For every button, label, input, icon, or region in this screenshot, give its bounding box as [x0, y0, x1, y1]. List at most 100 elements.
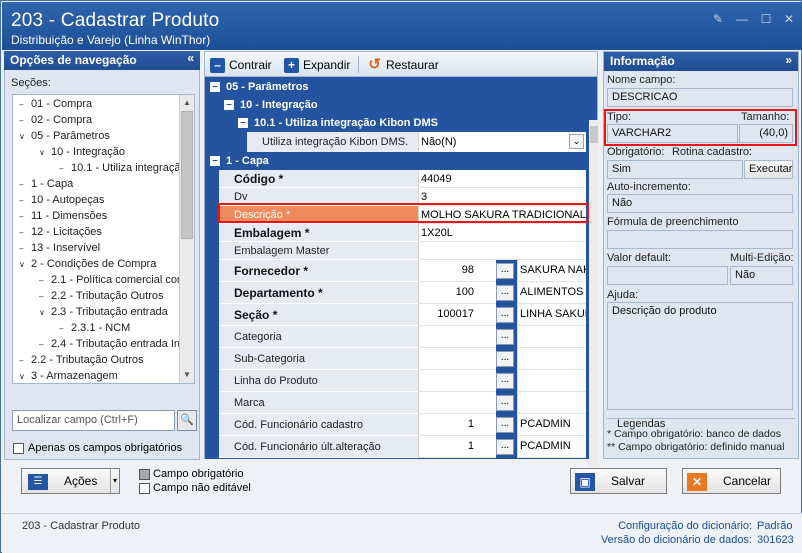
- search-input[interactable]: Localizar campo (Ctrl+F): [12, 410, 175, 431]
- tree-item-label: 12 - Licitações: [31, 226, 102, 238]
- tree-item[interactable]: ∨ 2.3 - Tributação entrada: [39, 305, 168, 320]
- maximize-icon[interactable]: ☐: [758, 12, 774, 26]
- kibon-select[interactable]: Não(N) ⌄: [418, 132, 586, 152]
- only-required-checkbox[interactable]: Apenas os campos obrigatórios: [13, 442, 182, 454]
- tree-item[interactable]: –10.1 - Utiliza integração: [59, 161, 187, 176]
- section-10-integracao[interactable]: –10 - Integração: [219, 96, 318, 114]
- chevron-down-icon[interactable]: ⌄: [569, 134, 584, 149]
- tree-item[interactable]: –01 - Compra: [19, 97, 92, 112]
- collapse-toggle-icon[interactable]: –: [238, 118, 248, 129]
- field-value[interactable]: [418, 242, 586, 260]
- restore-button[interactable]: ↺ Restaurar: [367, 56, 438, 74]
- scroll-thumb[interactable]: [181, 111, 193, 239]
- lookup-code[interactable]: [418, 326, 496, 348]
- tree-item[interactable]: –02 - Compra: [19, 113, 92, 128]
- lookup-button[interactable]: ...: [496, 263, 514, 279]
- expand-toggle-icon[interactable]: ∨: [39, 305, 51, 320]
- actions-button[interactable]: ☰ Ações ▾: [21, 468, 120, 494]
- expand-panel-icon[interactable]: »: [785, 53, 792, 67]
- lookup-button[interactable]: ...: [496, 373, 514, 389]
- lookup-code[interactable]: 100017: [418, 304, 496, 326]
- noneditable-swatch: [139, 482, 150, 494]
- lookup-code[interactable]: [418, 348, 496, 370]
- tree-item[interactable]: –12 - Licitações: [19, 225, 102, 240]
- expand-toggle-icon[interactable]: ∨: [19, 257, 31, 272]
- expand-toggle-icon[interactable]: ∨: [39, 145, 51, 160]
- info-panel: Informação» Nome campo: DESCRICAO Tipo: …: [603, 51, 799, 459]
- tree-item-label: 2.3 - Tributação entrada: [51, 306, 168, 318]
- grid-body: –05 - Parâmetros –10 - Integração –10.1 …: [205, 77, 599, 484]
- tree-connector-icon: –: [59, 164, 64, 173]
- tree-connector-icon: –: [19, 356, 24, 365]
- lookup-code[interactable]: 100: [418, 282, 496, 304]
- formula-value: [607, 230, 793, 249]
- grid-scroll-thumb[interactable]: [590, 126, 598, 143]
- tree-item[interactable]: –2.2 - Tributação Outros: [39, 289, 164, 304]
- sections-tree[interactable]: –01 - Compra –02 - Compra ∨ 05 - Parâmetros…: [12, 94, 195, 384]
- lookup-code[interactable]: [418, 392, 496, 414]
- grid-scrollbar[interactable]: [589, 120, 599, 484]
- scroll-down-icon[interactable]: ▼: [181, 369, 193, 381]
- tree-item[interactable]: –13 - Inservível: [19, 241, 100, 256]
- lookup-button[interactable]: ...: [496, 417, 514, 433]
- field-label: Código *: [219, 170, 418, 188]
- tree-item[interactable]: –11 - Dimensões: [19, 209, 107, 224]
- expand-toggle-icon[interactable]: ∨: [19, 369, 31, 383]
- collapse-toggle-icon[interactable]: –: [224, 100, 234, 111]
- tree-item[interactable]: ∨ 10 - Integração: [39, 145, 125, 160]
- section-1-capa[interactable]: –1 - Capa: [205, 152, 269, 170]
- checkbox-box[interactable]: [13, 442, 24, 454]
- lookup-code[interactable]: 98: [418, 260, 496, 282]
- lookup-code[interactable]: 1: [418, 414, 496, 436]
- tree-item[interactable]: –2.1 - Política comercial com: [39, 273, 186, 288]
- field-label: Embalagem Master: [219, 242, 418, 260]
- tree-item[interactable]: –10 - Autopeças: [19, 193, 104, 208]
- collapse-button[interactable]: – Contrair: [210, 56, 272, 74]
- autoinc-label: Auto-incremento:: [607, 181, 691, 193]
- autoinc-value: Não: [607, 194, 793, 213]
- close-icon[interactable]: ✕: [781, 12, 797, 26]
- edit-icon[interactable]: ✎: [710, 12, 726, 26]
- tree-item[interactable]: –1 - Capa: [19, 177, 73, 192]
- collapse-toggle-icon[interactable]: –: [210, 82, 220, 93]
- title-bar: 203 - Cadastrar Produto Distribuição e V…: [2, 2, 802, 50]
- tree-item[interactable]: ∨ 3 - Armazenagem: [19, 369, 118, 383]
- cancel-button[interactable]: ✕ Cancelar: [682, 468, 781, 494]
- search-icon[interactable]: 🔍: [177, 410, 197, 431]
- section-05-parametros[interactable]: –05 - Parâmetros: [205, 78, 309, 96]
- lookup-button[interactable]: ...: [496, 439, 514, 455]
- section-10-1-kibon[interactable]: –10.1 - Utiliza integração Kibon DMS: [233, 114, 438, 132]
- collapse-panel-icon[interactable]: «: [187, 51, 194, 65]
- field-value[interactable]: 1X20L: [418, 224, 586, 242]
- tree-item[interactable]: –2.4 - Tributação entrada In: [39, 337, 180, 352]
- tree-item[interactable]: –2.3.1 - NCM: [59, 321, 130, 336]
- field-label: Cód. Funcionário cadastro: [219, 414, 418, 436]
- lookup-code[interactable]: [418, 370, 496, 392]
- tree-item[interactable]: –2.2 - Tributação Outros: [19, 353, 144, 368]
- expand-button[interactable]: + Expandir: [284, 56, 350, 74]
- lookup-button[interactable]: ...: [496, 307, 514, 323]
- lookup-button[interactable]: ...: [496, 395, 514, 411]
- expand-toggle-icon[interactable]: ∨: [19, 129, 31, 144]
- default-label: Valor default:: [607, 252, 672, 264]
- collapse-toggle-icon[interactable]: –: [210, 156, 220, 167]
- tree-scrollbar[interactable]: ▲ ▼: [179, 95, 194, 383]
- tree-item[interactable]: ∨ 2 - Condições de Compra: [19, 257, 156, 272]
- lookup-button[interactable]: ...: [496, 351, 514, 367]
- execute-button[interactable]: Executar: [744, 160, 793, 179]
- chevron-down-icon[interactable]: ▾: [110, 469, 119, 493]
- lookup-button[interactable]: ...: [496, 285, 514, 301]
- config-label: Configuração do dicionário:: [618, 520, 752, 532]
- lookup-description: ALIMENTOS E: [517, 282, 586, 304]
- save-button[interactable]: ▣ Salvar: [570, 468, 667, 494]
- lookup-code[interactable]: 1: [418, 436, 496, 458]
- tree-connector-icon: –: [59, 324, 64, 333]
- only-required-label: Apenas os campos obrigatórios: [28, 442, 183, 454]
- tree-item-label: 01 - Compra: [31, 98, 93, 110]
- tree-item-label: 10 - Autopeças: [31, 194, 105, 206]
- minimize-icon[interactable]: —: [734, 12, 750, 26]
- tree-item[interactable]: ∨ 05 - Parâmetros: [19, 129, 110, 144]
- scroll-up-icon[interactable]: ▲: [181, 97, 193, 109]
- field-value[interactable]: 44049: [418, 170, 586, 188]
- lookup-button[interactable]: ...: [496, 329, 514, 345]
